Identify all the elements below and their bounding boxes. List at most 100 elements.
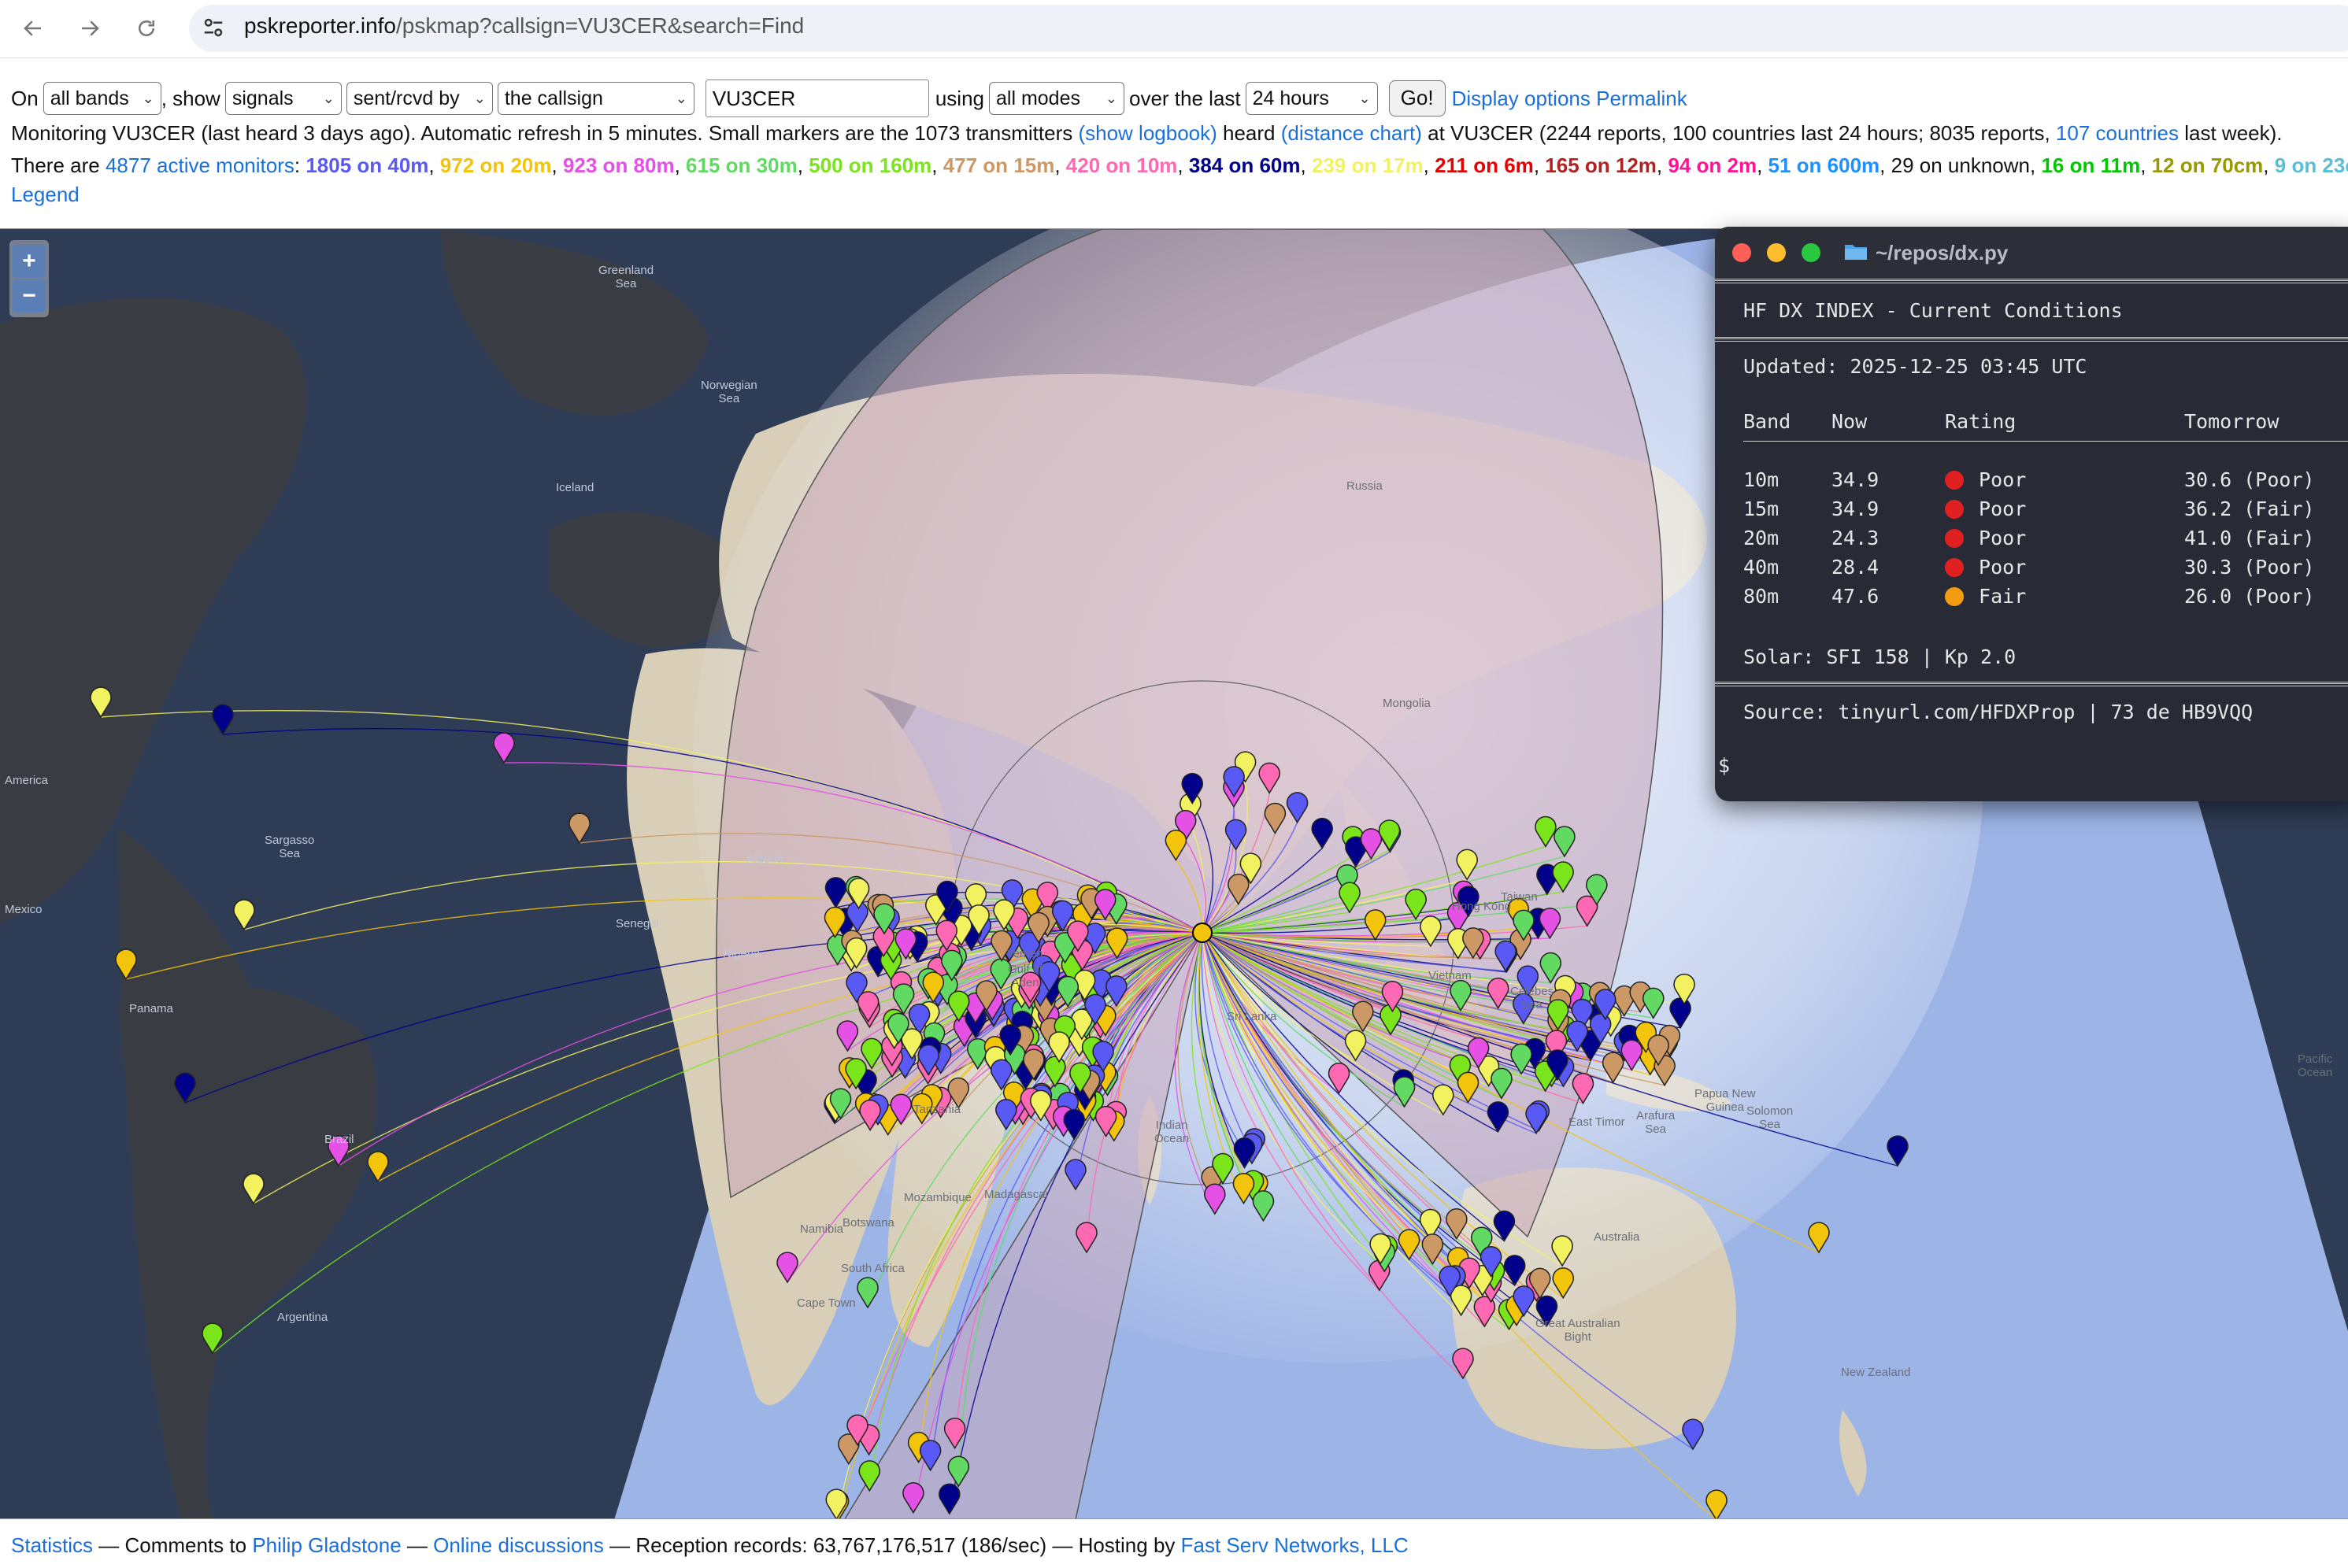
chevron-down-icon: ⌄: [1358, 90, 1371, 106]
label-nigeria: Nigeria: [723, 947, 761, 960]
close-window-button[interactable]: [1732, 243, 1751, 262]
band-count: 923 on 80m: [557, 153, 675, 177]
show-label: , show: [161, 86, 220, 110]
site-settings-icon[interactable]: [202, 16, 225, 39]
label-yemen: Yemen: [1006, 947, 1043, 960]
hosting-link[interactable]: Fast Serv Networks, LLC: [1181, 1533, 1409, 1557]
period-select-value: 24 hours: [1252, 87, 1329, 109]
footer: Statistics — Comments to Philip Gladston…: [11, 1533, 1409, 1558]
row-now: 34.9: [1831, 497, 1880, 520]
label-south-africa: South Africa: [841, 1262, 905, 1275]
band-count: 12 on 70cm: [2146, 153, 2264, 177]
minimize-window-button[interactable]: [1767, 243, 1786, 262]
reports-text: at VU3CER (2244 reports, 100 countries l…: [1421, 121, 2056, 145]
bands-select[interactable]: all bands ⌄: [43, 82, 161, 115]
home-station-marker: [1192, 923, 1213, 943]
last-week-text: last week).: [2179, 121, 2283, 145]
label-sri-lanka: Sri Lanka: [1227, 1010, 1277, 1023]
url-host: pskreporter.info: [244, 13, 396, 38]
band-count: 16 on 11m: [2035, 153, 2141, 177]
label-russia: Russia: [1346, 479, 1383, 493]
maximize-window-button[interactable]: [1802, 243, 1820, 262]
terminal-title: ~/repos/dx.py: [1876, 241, 2009, 264]
chevron-down-icon: ⌄: [473, 90, 486, 106]
show-select[interactable]: signals ⌄: [224, 82, 342, 115]
status-dot-icon: [1945, 558, 1964, 577]
label-madagascar: Madagascar: [984, 1188, 1050, 1201]
there-are-text: There are: [11, 153, 106, 177]
rule: [1743, 441, 2348, 446]
online-discussions-link[interactable]: Online discussions: [433, 1533, 604, 1557]
modes-select[interactable]: all modes ⌄: [989, 82, 1124, 115]
row-band: 20m: [1743, 527, 1780, 549]
heard-text: heard: [1217, 121, 1281, 145]
url-path: /pskmap?callsign=VU3CER&search=Find: [396, 13, 805, 38]
band-count: 9 on 23cm: [2274, 153, 2348, 177]
row-tomorrow: 26.0 (Poor): [2184, 585, 2315, 608]
terminal-titlebar: ~/repos/dx.py: [1715, 227, 2348, 277]
chevron-down-icon: ⌄: [142, 90, 154, 106]
records-text: — Reception records: 63,767,176,517 (186…: [603, 1533, 1181, 1557]
row-rating: Poor: [1945, 556, 2026, 579]
label-america: America: [5, 774, 49, 787]
chevron-down-icon: ⌄: [1105, 90, 1117, 106]
monitors-info: There are 4877 active monitors: 1805 on …: [11, 153, 2348, 178]
chevron-down-icon: ⌄: [322, 90, 335, 106]
band-counts: 1805 on 40m, 972 on 20m, 923 on 80m, 615…: [300, 153, 2348, 177]
permalink-link[interactable]: Permalink: [1596, 87, 1687, 111]
row-rating: Fair: [1945, 585, 2026, 608]
show-logbook-link[interactable]: (show logbook): [1078, 121, 1217, 145]
status-dot-icon: [1945, 529, 1964, 548]
countries-link[interactable]: 107 countries: [2056, 121, 2179, 145]
rule: [1715, 682, 2348, 686]
terminal-header: HF DX INDEX - Current Conditions: [1743, 299, 2123, 322]
direction-select[interactable]: sent/rcvd by ⌄: [346, 82, 493, 115]
row-band: 80m: [1743, 585, 1780, 608]
zoom-in-button[interactable]: +: [13, 245, 46, 278]
row-band: 10m: [1743, 468, 1780, 491]
callsign-input[interactable]: VU3CER: [705, 80, 929, 117]
separator-text: —: [401, 1533, 434, 1557]
target-select[interactable]: the callsign ⌄: [497, 82, 694, 115]
row-tomorrow: 30.6 (Poor): [2184, 468, 2315, 491]
label-mongolia: Mongolia: [1383, 697, 1431, 710]
go-button[interactable]: Go!: [1388, 80, 1446, 116]
terminal-window[interactable]: ~/repos/dx.py HF DX INDEX - Current Cond…: [1715, 227, 2348, 801]
status-dot-icon: [1945, 587, 1964, 606]
philip-gladstone-link[interactable]: Philip Gladstone: [252, 1533, 401, 1557]
label-sargasso-sea: Sargasso Sea: [265, 834, 315, 860]
band-count: 29 on unknown: [1885, 153, 2030, 177]
terminal-source: Source: tinyurl.com/HFDXProp | 73 de HB9…: [1743, 701, 2254, 723]
back-icon[interactable]: [16, 11, 50, 46]
terminal-updated: Updated: 2025-12-25 03:45 UTC: [1743, 355, 2087, 378]
col-tomorrow: Tomorrow: [2184, 410, 2279, 433]
row-tomorrow: 36.2 (Fair): [2184, 497, 2315, 520]
band-count: 51 on 600m: [1762, 153, 1880, 177]
reload-icon[interactable]: [129, 11, 164, 46]
row-tomorrow: 41.0 (Fair): [2184, 527, 2315, 549]
label-mexico: Mexico: [5, 903, 43, 916]
period-select[interactable]: 24 hours ⌄: [1245, 82, 1378, 115]
label-vietnam: Vietnam: [1428, 969, 1472, 982]
label-taiwan: Taiwan: [1501, 890, 1538, 904]
col-band: Band: [1743, 410, 1791, 433]
row-band: 15m: [1743, 497, 1780, 520]
show-select-value: signals: [231, 87, 294, 109]
folder-icon: [1845, 245, 1867, 260]
label-argentina: Argentina: [277, 1311, 328, 1324]
active-monitors-link[interactable]: 4877 active monitors: [106, 153, 294, 177]
url-text[interactable]: pskreporter.info/pskmap?callsign=VU3CER&…: [244, 13, 804, 39]
on-label: On: [11, 86, 39, 110]
row-rating: Poor: [1945, 497, 2026, 520]
band-count: 211 on 6m: [1428, 153, 1534, 177]
row-band: 40m: [1743, 556, 1780, 579]
legend-link[interactable]: Legend: [11, 183, 80, 207]
label-botswana: Botswana: [843, 1216, 894, 1230]
zoom-out-button[interactable]: −: [13, 279, 46, 312]
terminal-prompt[interactable]: $: [1718, 754, 1730, 777]
display-options-link[interactable]: Display options: [1452, 87, 1591, 111]
distance-chart-link[interactable]: (distance chart): [1281, 121, 1422, 145]
terminal-solar: Solar: SFI 158 | Kp 2.0: [1743, 645, 2017, 668]
forward-icon[interactable]: [72, 11, 107, 46]
statistics-link[interactable]: Statistics: [11, 1533, 93, 1557]
